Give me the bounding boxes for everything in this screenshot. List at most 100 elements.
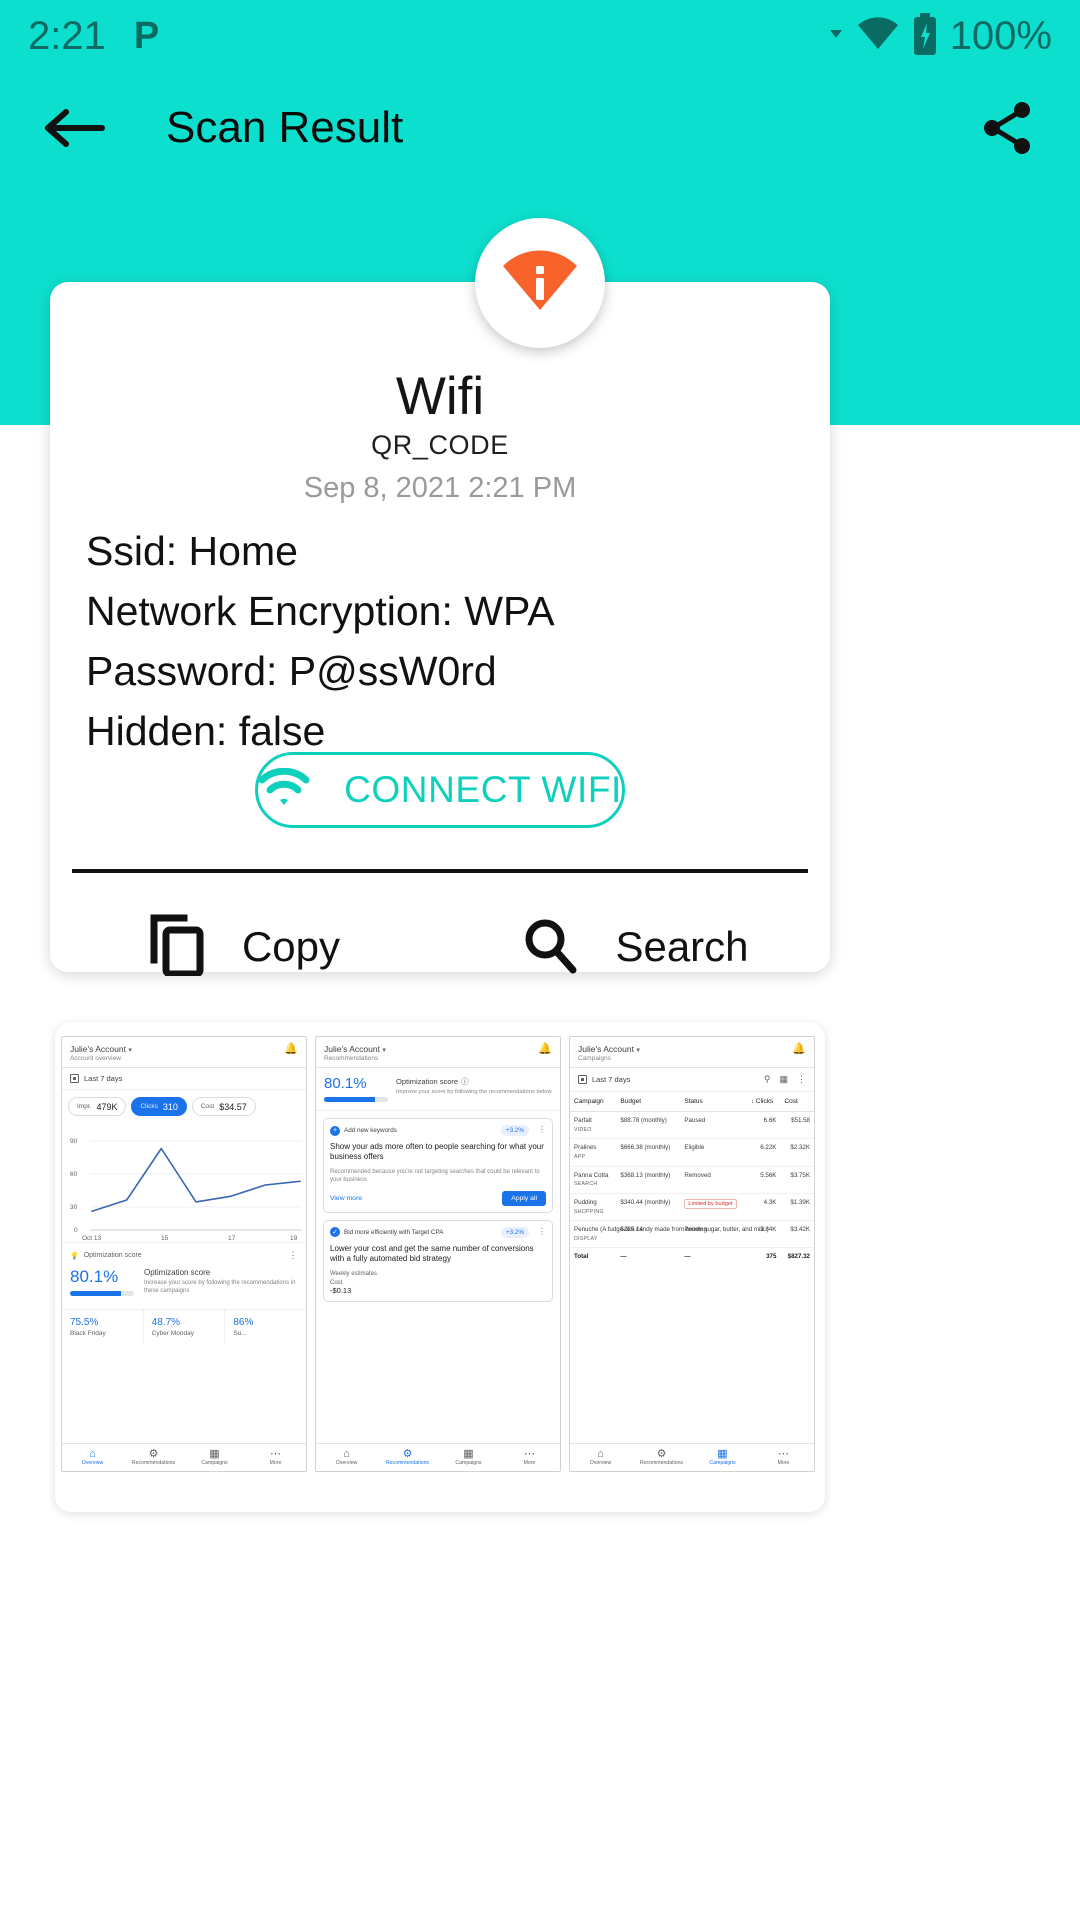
pane1-opt-progressbar	[70, 1291, 134, 1296]
back-arrow-icon[interactable]	[42, 106, 106, 150]
score-third-pct: 86%	[233, 1317, 254, 1328]
pane1-opt-row: 80.1% Optimization score Increase your s…	[70, 1268, 298, 1296]
bulb-icon: ⚙	[148, 1447, 159, 1460]
overflow-icon[interactable]: ⋮	[538, 1228, 546, 1237]
calendar-icon	[578, 1075, 587, 1084]
pane1-account[interactable]: Julie's Account ▾	[70, 1044, 132, 1054]
row4-status: Pending	[680, 1220, 747, 1249]
table-row[interactable]: Pudding SHOPPING $340.44 (monthly) Limit…	[570, 1193, 814, 1222]
result-timestamp: Sep 8, 2021 2:21 PM	[303, 472, 577, 504]
rc1-apply-all-button[interactable]: Apply all	[502, 1190, 546, 1206]
pane3-bottom-nav: ⌂ Overview ⚙ Recommendations ▦ Campaigns…	[570, 1442, 814, 1471]
ads-pane-recommendations: Julie's Account ▾ Recommendations 🔔 80.1…	[315, 1036, 561, 1472]
search-action[interactable]: Search	[440, 892, 830, 1002]
overflow-icon[interactable]: ⋮	[289, 1250, 299, 1261]
chevron-down-icon: ▾	[128, 1047, 132, 1054]
total-label: Total	[574, 1253, 589, 1261]
nav-overview[interactable]: ⌂ Overview	[62, 1448, 123, 1466]
nav-more-label: More	[269, 1460, 282, 1466]
nav-recommendations[interactable]: ⚙ Recommendations	[631, 1448, 692, 1466]
row2-cost: $3.75K	[780, 1166, 814, 1194]
wifi-info-icon	[501, 250, 579, 317]
overflow-icon[interactable]: ⋮	[797, 1074, 806, 1085]
col-budget[interactable]: Budget	[616, 1092, 681, 1112]
table-row[interactable]: Pralines APP $666.38 (monthly) Eligible …	[570, 1138, 814, 1167]
connect-wifi-label: CONNECT WIFI	[344, 769, 622, 810]
row1-type: APP	[574, 1154, 586, 1160]
pane2-title-label: Optimization score	[396, 1077, 459, 1086]
share-icon[interactable]	[978, 98, 1038, 158]
bulb-icon: ⚙	[402, 1447, 413, 1460]
row0-status: Paused	[680, 1111, 747, 1140]
overflow-icon[interactable]: ⋮	[538, 1126, 546, 1135]
rc1-view-more-link[interactable]: View more	[330, 1195, 362, 1202]
card-actions-row: Copy Search	[50, 892, 830, 1002]
campaign-icon: ▦	[717, 1447, 728, 1460]
chip-cost[interactable]: Cost $34.57	[191, 1097, 256, 1116]
nav-overview-label: Overview	[335, 1460, 358, 1466]
columns-icon[interactable]: ▦	[779, 1074, 788, 1085]
score-black-friday[interactable]: 75.5% Black Friday	[62, 1310, 144, 1344]
pane1-opt-header: 💡 Optimization score ⋮	[70, 1250, 298, 1261]
chip-impressions[interactable]: Impr. 479K	[68, 1097, 127, 1116]
pane2-header: Julie's Account ▾ Recommendations 🔔	[316, 1037, 560, 1068]
table-row[interactable]: Parfait VIDEO $88.78 (monthly) Paused 6.…	[570, 1111, 814, 1140]
search-label: Search	[615, 923, 749, 970]
table-row[interactable]: Panna Cotta SEARCH $368.13 (monthly) Rem…	[570, 1166, 814, 1194]
table-row[interactable]: Penuche (A fudge-like candy made from br…	[570, 1220, 814, 1249]
pane2-account[interactable]: Julie's Account ▾	[324, 1044, 386, 1054]
total-cost: $827.32	[787, 1253, 810, 1261]
col-cost[interactable]: Cost	[780, 1092, 814, 1112]
col-campaign[interactable]: Campaign	[570, 1092, 617, 1112]
nav-more[interactable]: ⋯ More	[245, 1448, 306, 1466]
nav-campaigns[interactable]: ▦ Campaigns	[692, 1448, 753, 1466]
recommendation-card-keywords[interactable]: + Add new keywords +3.2% ⋮ Show your ads…	[323, 1118, 553, 1213]
notifications-icon[interactable]: 🔔	[538, 1044, 552, 1055]
nav-campaigns[interactable]: ▦ Campaigns	[184, 1448, 245, 1466]
chip-clicks[interactable]: Clicks 310	[131, 1097, 187, 1116]
col-clicks[interactable]: ↓ Clicks	[746, 1092, 781, 1112]
col-status[interactable]: Status	[680, 1092, 747, 1112]
nav-more[interactable]: ⋯ More	[753, 1448, 814, 1466]
pane2-desc: Improve your score by following the reco…	[396, 1089, 552, 1095]
status-time: 2:21	[28, 13, 106, 58]
pane3-account[interactable]: Julie's Account ▾	[578, 1044, 640, 1054]
row3-type: SHOPPING	[574, 1208, 604, 1215]
nav-overview[interactable]: ⌂ Overview	[316, 1448, 377, 1466]
score-cyber-monday[interactable]: 48.7% Cyber Monday	[144, 1310, 226, 1344]
row2-name: Panna Cotta	[574, 1171, 609, 1179]
nav-recommendations[interactable]: ⚙ Recommendations	[377, 1448, 438, 1466]
nav-overview[interactable]: ⌂ Overview	[570, 1448, 631, 1466]
nav-recommendations[interactable]: ⚙ Recommendations	[123, 1448, 184, 1466]
chart-xtick-1: 15	[161, 1235, 169, 1242]
ads-promo-banner[interactable]: Julie's Account ▾ Account overview 🔔 Las…	[55, 1022, 825, 1512]
score-cyber-monday-pct: 48.7%	[151, 1317, 181, 1328]
rc1-footer: View more Apply all	[330, 1190, 546, 1206]
copy-label: Copy	[241, 923, 341, 970]
check-icon: ✓	[330, 1227, 340, 1238]
chip-impressions-value: 479K	[96, 1101, 118, 1112]
recommendation-card-cpa[interactable]: ✓ Bid more efficiently with Target CPA +…	[323, 1219, 553, 1302]
rc2-label: Bid more efficiently with Target CPA	[344, 1228, 444, 1236]
nav-more[interactable]: ⋯ More	[499, 1448, 560, 1466]
total-clicks: 375	[766, 1253, 777, 1261]
scan-result-card: Wifi QR_CODE Sep 8, 2021 2:21 PM Ssid: H…	[50, 282, 830, 977]
app-notification-icon: P	[133, 15, 160, 57]
notifications-icon[interactable]: 🔔	[792, 1044, 806, 1055]
row1-budget: $666.38 (monthly)	[616, 1138, 681, 1167]
search-icon[interactable]: ⚲	[764, 1074, 771, 1085]
row4-clicks: 2.84K	[746, 1220, 781, 1249]
nav-campaigns[interactable]: ▦ Campaigns	[438, 1448, 499, 1466]
row2-budget: $368.13 (monthly)	[616, 1166, 681, 1194]
score-third[interactable]: 86% Su...	[225, 1310, 306, 1344]
notifications-icon[interactable]: 🔔	[284, 1044, 298, 1055]
status-bar: 2:21 P 100%	[0, 0, 1080, 72]
pane3-tool-icons: ⚲ ▦ ⋮	[764, 1074, 806, 1085]
pane1-account-name: Julie's Account	[70, 1044, 126, 1054]
info-icon[interactable]: ⓘ	[461, 1076, 469, 1087]
connect-wifi-button[interactable]: CONNECT WIFI	[255, 752, 625, 828]
copy-action[interactable]: Copy	[50, 892, 440, 1002]
pane1-opt-score: 80.1%	[70, 1267, 119, 1286]
pane1-date-row[interactable]: Last 7 days	[62, 1068, 306, 1090]
app-bar: Scan Result	[0, 80, 1080, 176]
